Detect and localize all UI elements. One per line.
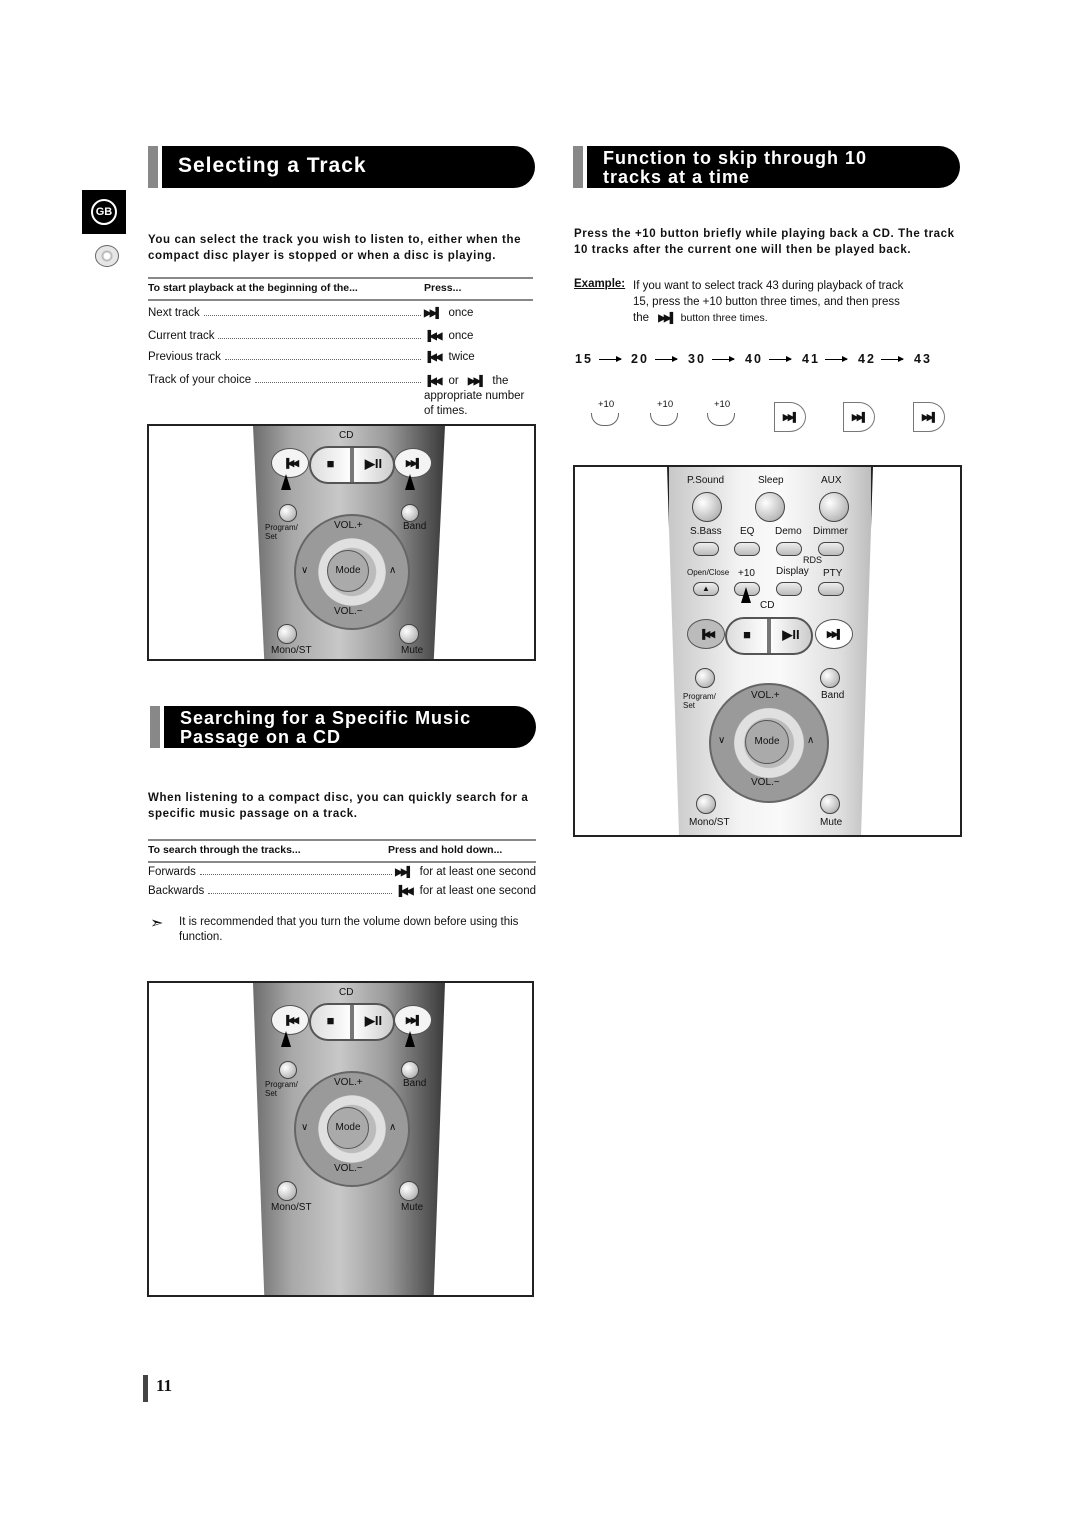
volume-note: It is recommended that you turn the volu… bbox=[179, 916, 519, 943]
language-badge-label: GB bbox=[91, 199, 117, 225]
table-row: Next track ▶▶▌ once bbox=[148, 307, 474, 319]
next-track-button-icon: ▶▶▌ bbox=[774, 402, 806, 432]
prev-track-button: ▐◀◀ bbox=[687, 619, 725, 649]
next-track-icon: ▶▶▌ bbox=[424, 308, 443, 319]
band-button bbox=[401, 504, 419, 522]
pointer-arrow-icon bbox=[281, 1031, 291, 1047]
sleep-button bbox=[755, 492, 785, 522]
sequence-item: 40 bbox=[745, 352, 763, 366]
table-row: Current track ▐◀◀ once bbox=[148, 330, 474, 342]
searching-table-header: To search through the tracks... Press an… bbox=[148, 839, 536, 863]
sequence-item: 20 bbox=[631, 352, 649, 366]
stop-icon: ■ bbox=[743, 627, 751, 642]
pointer-arrow-icon bbox=[405, 1031, 415, 1047]
next-track-icon: ▶▶▌ bbox=[395, 867, 414, 878]
table-row: Track of your choice ▐◀◀ or ▶▶▌ the approp… bbox=[148, 374, 525, 417]
play-pause-icon: ▶II bbox=[782, 627, 800, 642]
table-row: Forwards ▶▶▌ for at least one second bbox=[148, 866, 536, 878]
section-title: Selecting a Track bbox=[178, 154, 367, 177]
stop-icon: ■ bbox=[326, 1013, 335, 1028]
next-track-button: ▶▶▌ bbox=[815, 619, 853, 649]
program-set-button bbox=[279, 504, 297, 522]
table-row: Backwards ▐◀◀ for at least one second bbox=[148, 885, 536, 897]
mono-st-button bbox=[277, 624, 297, 644]
example-text: If you want to select track 43 during pl… bbox=[633, 280, 904, 324]
plus-ten-button-icon bbox=[650, 413, 678, 426]
previous-track-icon: ▐◀◀ bbox=[395, 886, 414, 897]
language-badge: GB bbox=[82, 190, 126, 234]
plus-ten-button-icon bbox=[707, 413, 735, 426]
s-bass-button bbox=[693, 542, 719, 556]
arrow-right-icon bbox=[712, 356, 735, 362]
mute-button bbox=[399, 624, 419, 644]
plus-ten-button-icon bbox=[591, 413, 619, 426]
selecting-table-header: To start playback at the beginning of th… bbox=[148, 277, 533, 301]
arrow-right-icon bbox=[825, 356, 848, 362]
mode-button: Mode bbox=[327, 1107, 369, 1149]
page-number-bar bbox=[143, 1375, 148, 1402]
remote-illustration-full: P.Sound Sleep AUX S.Bass EQ Demo Dimmer … bbox=[573, 465, 962, 837]
example-label: Example: bbox=[574, 278, 626, 290]
skip-intro: Press the +10 button briefly while playi… bbox=[574, 228, 955, 256]
next-track-button-icon: ▶▶▌ bbox=[843, 402, 875, 432]
arrow-right-icon bbox=[655, 356, 678, 362]
section-header-searching: Searching for a Specific Music Passage o… bbox=[150, 706, 536, 748]
previous-track-icon: ▐◀◀ bbox=[424, 331, 443, 342]
previous-track-icon: ▐◀◀ bbox=[424, 376, 443, 387]
mute-button bbox=[820, 794, 840, 814]
sequence-item: 43 bbox=[914, 352, 932, 366]
mute-button bbox=[399, 1181, 419, 1201]
mode-button: Mode bbox=[745, 720, 789, 764]
note-arrow-icon: ➣ bbox=[150, 915, 164, 932]
program-set-button bbox=[279, 1061, 297, 1079]
rds-label: RDS bbox=[803, 555, 823, 565]
band-button bbox=[820, 668, 840, 688]
section-header-skip-ten: Function to skip through 10 tracks at a … bbox=[573, 146, 960, 188]
arrow-right-icon bbox=[881, 356, 904, 362]
table-row: Previous track ▐◀◀ twice bbox=[148, 351, 475, 363]
dimmer-button bbox=[818, 542, 844, 556]
mode-button: Mode bbox=[327, 550, 369, 592]
stop-icon: ■ bbox=[326, 456, 335, 471]
cd-disc-icon bbox=[95, 245, 119, 267]
sequence-item: 42 bbox=[858, 352, 876, 366]
cd-label: CD bbox=[339, 430, 354, 441]
stop-play-button: ■ ▶II bbox=[309, 1003, 395, 1041]
sequence-item: 41 bbox=[802, 352, 820, 366]
arrow-right-icon bbox=[769, 356, 792, 362]
remote-illustration-search: CD ▐◀◀ ■ ▶II ▶▶▌ Program/ Set Band VOL.+ … bbox=[147, 981, 534, 1297]
next-track-icon: ▶▶▌ bbox=[658, 313, 677, 324]
previous-track-icon: ▐◀◀ bbox=[424, 352, 443, 363]
play-pause-icon: ▶II bbox=[364, 456, 383, 471]
stop-play-button: ■ ▶II bbox=[725, 617, 813, 655]
eq-button bbox=[734, 542, 760, 556]
program-set-button bbox=[695, 668, 715, 688]
next-track-button-icon: ▶▶▌ bbox=[913, 402, 945, 432]
aux-button bbox=[819, 492, 849, 522]
play-pause-icon: ▶II bbox=[364, 1013, 383, 1028]
p-sound-button bbox=[692, 492, 722, 522]
demo-button bbox=[776, 542, 802, 556]
section-header-selecting-track: Selecting a Track bbox=[148, 146, 535, 188]
mono-st-button bbox=[696, 794, 716, 814]
pointer-arrow-icon bbox=[741, 587, 751, 603]
arrow-right-icon bbox=[599, 356, 622, 362]
stop-play-button: ■ ▶II bbox=[309, 446, 395, 484]
pty-button bbox=[818, 582, 844, 596]
selecting-intro: You can select the track you wish to lis… bbox=[148, 234, 522, 262]
page-number: 11 bbox=[156, 1376, 173, 1395]
pointer-arrow-icon bbox=[405, 474, 415, 490]
pointer-arrow-icon bbox=[281, 474, 291, 490]
sequence-item: 30 bbox=[688, 352, 706, 366]
remote-illustration-select: CD ▐◀◀ ■ ▶II ▶▶▌ Program/ Set Band VOL.+ … bbox=[147, 424, 536, 661]
searching-intro: When listening to a compact disc, you ca… bbox=[148, 792, 529, 820]
band-button bbox=[401, 1061, 419, 1079]
sequence-item: 15 bbox=[575, 352, 593, 366]
next-track-icon: ▶▶▌ bbox=[467, 376, 487, 387]
display-button bbox=[776, 582, 802, 596]
open-close-button: ▲ bbox=[693, 582, 719, 596]
mono-st-button bbox=[277, 1181, 297, 1201]
